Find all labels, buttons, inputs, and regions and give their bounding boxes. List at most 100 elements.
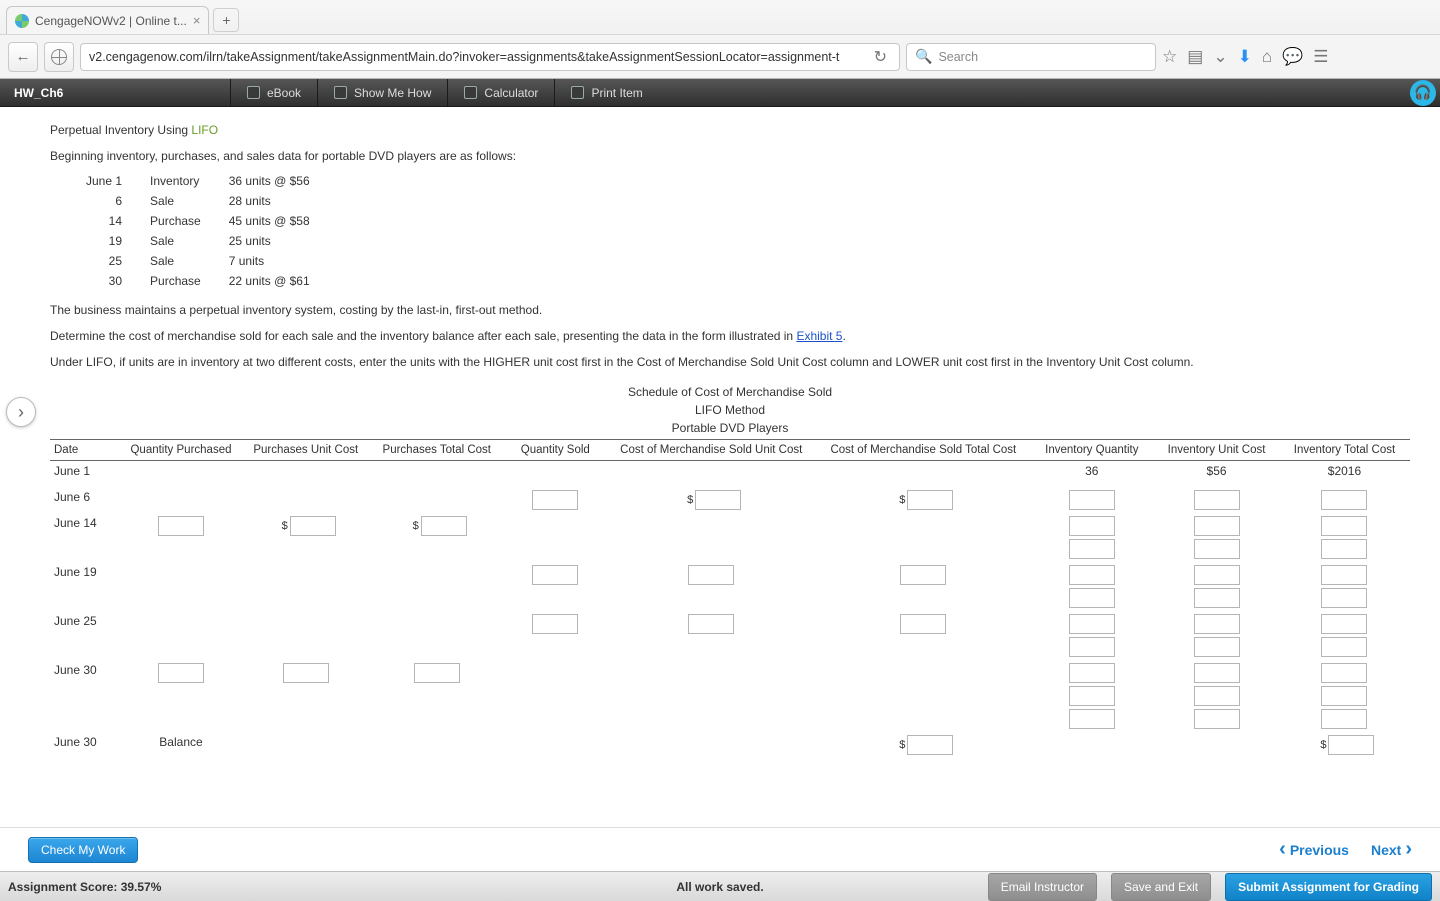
purchase-uc-input[interactable] bbox=[290, 516, 336, 536]
show-me-how-button[interactable]: Show Me How bbox=[317, 79, 447, 106]
inv-uc-input[interactable] bbox=[1194, 565, 1240, 585]
inv-tc-input[interactable] bbox=[1321, 686, 1367, 706]
exhibit-link[interactable]: Exhibit 5 bbox=[796, 329, 842, 343]
pocket-icon[interactable]: ⌄ bbox=[1213, 47, 1227, 67]
cogs-tc-input[interactable] bbox=[900, 614, 946, 634]
answer-row-june25: June 25 bbox=[50, 611, 1410, 660]
inv-tc-input[interactable] bbox=[1321, 516, 1367, 536]
col-itc: Inventory Total Cost bbox=[1279, 440, 1410, 461]
col-date: Date bbox=[50, 440, 119, 461]
balance-cogs-input[interactable] bbox=[907, 735, 953, 755]
question-panel: › Perpetual Inventory Using LIFO Beginni… bbox=[0, 107, 1440, 827]
inv-tc-input[interactable] bbox=[1321, 663, 1367, 683]
inv-tc-input[interactable] bbox=[1321, 637, 1367, 657]
inv-uc-prefilled: $56 bbox=[1154, 461, 1279, 487]
chevron-left-icon: ‹ bbox=[1279, 838, 1286, 861]
answer-row-june1: June 1 36 $56 $2016 bbox=[50, 461, 1410, 487]
inv-qty-input[interactable] bbox=[1069, 539, 1115, 559]
next-button[interactable]: Next› bbox=[1371, 838, 1412, 861]
search-bar[interactable]: 🔍 Search bbox=[906, 43, 1156, 71]
purchase-tc-input[interactable] bbox=[414, 663, 460, 683]
inv-uc-input[interactable] bbox=[1194, 539, 1240, 559]
col-iq: Inventory Quantity bbox=[1029, 440, 1154, 461]
col-puc: Purchases Unit Cost bbox=[243, 440, 368, 461]
inv-uc-input[interactable] bbox=[1194, 686, 1240, 706]
ebook-button[interactable]: eBook bbox=[230, 79, 317, 106]
reload-icon[interactable]: ↻ bbox=[870, 47, 891, 67]
qty-purchased-input[interactable] bbox=[158, 663, 204, 683]
identity-button[interactable] bbox=[44, 42, 74, 72]
inv-qty-input[interactable] bbox=[1069, 614, 1115, 634]
purchase-tc-input[interactable] bbox=[421, 516, 467, 536]
answer-row-june19: June 19 bbox=[50, 562, 1410, 611]
expand-panel-button[interactable]: › bbox=[6, 397, 36, 427]
home-icon[interactable]: ⌂ bbox=[1262, 47, 1272, 67]
inv-qty-input[interactable] bbox=[1069, 588, 1115, 608]
inv-uc-input[interactable] bbox=[1194, 490, 1240, 510]
browser-tab[interactable]: CengageNOWv2 | Online t... × bbox=[6, 6, 209, 34]
inv-tc-input[interactable] bbox=[1321, 539, 1367, 559]
download-icon[interactable]: ⬇ bbox=[1238, 47, 1252, 67]
inv-qty-input[interactable] bbox=[1069, 663, 1115, 683]
inv-qty-input[interactable] bbox=[1069, 490, 1115, 510]
inv-uc-input[interactable] bbox=[1194, 663, 1240, 683]
tab-close-icon[interactable]: × bbox=[193, 13, 201, 28]
back-button[interactable]: ← bbox=[8, 42, 38, 72]
col-iuc: Inventory Unit Cost bbox=[1154, 440, 1279, 461]
qty-sold-input[interactable] bbox=[532, 614, 578, 634]
url-bar[interactable]: v2.cengagenow.com/ilrn/takeAssignment/ta… bbox=[80, 43, 900, 71]
inv-tc-input[interactable] bbox=[1321, 588, 1367, 608]
save-and-exit-button[interactable]: Save and Exit bbox=[1111, 873, 1211, 901]
inv-uc-input[interactable] bbox=[1194, 614, 1240, 634]
qty-sold-input[interactable] bbox=[532, 490, 578, 510]
menu-icon[interactable]: ☰ bbox=[1313, 47, 1328, 67]
chat-icon[interactable]: 💬 bbox=[1282, 47, 1303, 67]
balance-inv-input[interactable] bbox=[1328, 735, 1374, 755]
inv-qty-prefilled: 36 bbox=[1029, 461, 1154, 487]
search-placeholder: Search bbox=[938, 50, 978, 64]
chevron-right-icon: › bbox=[1405, 838, 1412, 861]
cogs-uc-input[interactable] bbox=[695, 490, 741, 510]
inv-uc-input[interactable] bbox=[1194, 637, 1240, 657]
new-tab-button[interactable]: + bbox=[213, 8, 239, 32]
check-my-work-button[interactable]: Check My Work bbox=[28, 837, 138, 863]
qty-sold-input[interactable] bbox=[532, 565, 578, 585]
inv-qty-input[interactable] bbox=[1069, 516, 1115, 536]
inv-qty-input[interactable] bbox=[1069, 686, 1115, 706]
inv-tc-input[interactable] bbox=[1321, 614, 1367, 634]
print-icon bbox=[571, 86, 584, 99]
star-icon[interactable]: ☆ bbox=[1162, 47, 1177, 67]
inv-tc-input[interactable] bbox=[1321, 565, 1367, 585]
inv-tc-input[interactable] bbox=[1321, 490, 1367, 510]
calculator-button[interactable]: Calculator bbox=[447, 79, 554, 106]
email-instructor-button[interactable]: Email Instructor bbox=[988, 873, 1097, 901]
video-icon bbox=[334, 86, 347, 99]
col-qp: Quantity Purchased bbox=[119, 440, 244, 461]
inv-qty-input[interactable] bbox=[1069, 637, 1115, 657]
inv-qty-input[interactable] bbox=[1069, 565, 1115, 585]
inv-uc-input[interactable] bbox=[1194, 709, 1240, 729]
browser-chrome: CengageNOWv2 | Online t... × + ← v2.ceng… bbox=[0, 0, 1440, 79]
inv-tc-prefilled: $2016 bbox=[1279, 461, 1410, 487]
purchase-uc-input[interactable] bbox=[283, 663, 329, 683]
submit-assignment-button[interactable]: Submit Assignment for Grading bbox=[1225, 873, 1432, 901]
table-row: 19Sale25 units bbox=[78, 231, 330, 251]
search-icon: 🔍 bbox=[915, 48, 932, 65]
cogs-tc-input[interactable] bbox=[907, 490, 953, 510]
answer-table: Date Quantity Purchased Purchases Unit C… bbox=[50, 439, 1410, 758]
inv-tc-input[interactable] bbox=[1321, 709, 1367, 729]
print-button[interactable]: Print Item bbox=[554, 79, 658, 106]
favicon-icon bbox=[15, 14, 29, 28]
globe-icon bbox=[51, 49, 67, 65]
cogs-uc-input[interactable] bbox=[688, 565, 734, 585]
cogs-uc-input[interactable] bbox=[688, 614, 734, 634]
support-button[interactable]: 🎧 bbox=[1410, 80, 1436, 106]
inv-uc-input[interactable] bbox=[1194, 588, 1240, 608]
inv-qty-input[interactable] bbox=[1069, 709, 1115, 729]
previous-button[interactable]: ‹Previous bbox=[1279, 838, 1349, 861]
inv-uc-input[interactable] bbox=[1194, 516, 1240, 536]
col-cuc: Cost of Merchandise Sold Unit Cost bbox=[605, 440, 817, 461]
list-icon[interactable]: ▤ bbox=[1187, 47, 1203, 67]
cogs-tc-input[interactable] bbox=[900, 565, 946, 585]
qty-purchased-input[interactable] bbox=[158, 516, 204, 536]
